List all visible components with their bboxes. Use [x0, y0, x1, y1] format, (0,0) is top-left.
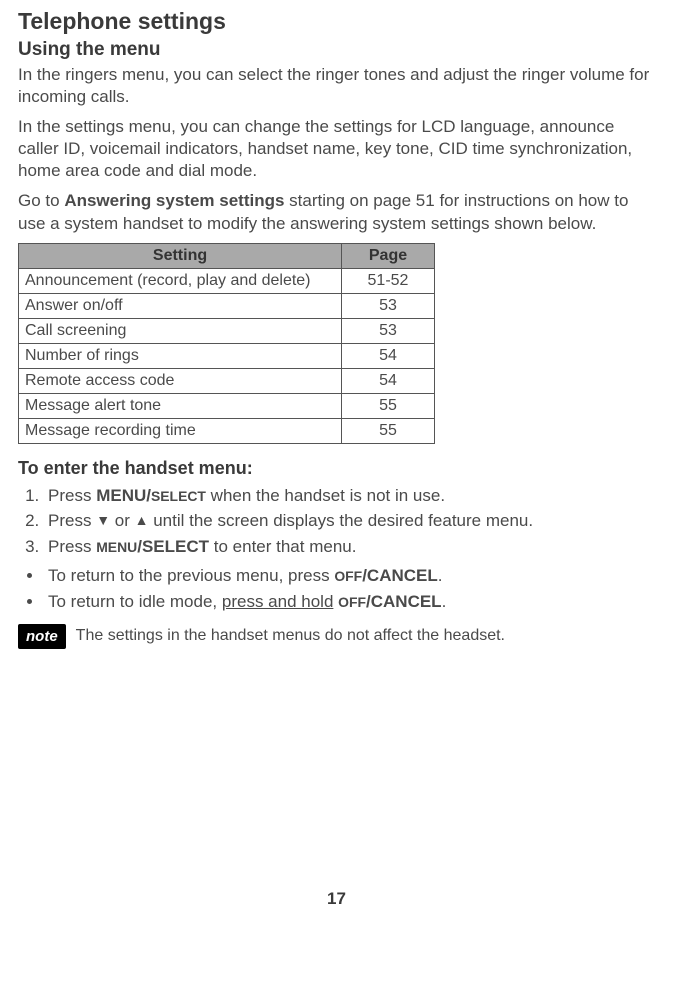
paragraph-3-bold: Answering system settings: [64, 191, 284, 210]
steps-list: Press MENU/SELECT when the handset is no…: [18, 483, 655, 560]
bullet-2-pre: To return to idle mode,: [48, 592, 222, 611]
step-3-post: to enter that menu.: [209, 537, 356, 556]
bullet-1-post: .: [438, 566, 443, 585]
bullets-list: To return to the previous menu, press OF…: [18, 563, 655, 614]
note-block: note The settings in the handset menus d…: [18, 624, 655, 649]
table-row: Number of rings 54: [19, 343, 435, 368]
key-off-cancel: OFF/CANCEL: [334, 566, 437, 585]
settings-table: Setting Page Announcement (record, play …: [18, 243, 435, 444]
step-1-post: when the handset is not in use.: [206, 486, 445, 505]
table-cell-setting: Remote access code: [19, 368, 342, 393]
page-title: Telephone settings: [18, 8, 655, 35]
up-arrow-icon: ▲: [135, 510, 149, 531]
step-2-post: until the screen displays the desired fe…: [148, 511, 533, 530]
table-header-page: Page: [342, 243, 435, 268]
page-number: 17: [18, 889, 655, 909]
step-1: Press MENU/SELECT when the handset is no…: [44, 483, 655, 509]
table-cell-page: 54: [342, 368, 435, 393]
step-2: Press ▼ or ▲ until the screen displays t…: [44, 508, 655, 534]
key-menu-select: MENU/SELECT: [96, 486, 206, 505]
key-off-cancel-2: OFF/CANCEL: [338, 592, 441, 611]
step-3-pre: Press: [48, 537, 96, 556]
instructions-heading: To enter the handset menu:: [18, 458, 655, 479]
table-row: Call screening 53: [19, 318, 435, 343]
bullet-2-underline: press and hold: [222, 592, 334, 611]
table-row: Announcement (record, play and delete) 5…: [19, 268, 435, 293]
down-arrow-icon: ▼: [96, 510, 110, 531]
step-1-pre: Press: [48, 486, 96, 505]
table-cell-setting: Number of rings: [19, 343, 342, 368]
table-cell-setting: Message recording time: [19, 418, 342, 443]
step-2-pre: Press: [48, 511, 96, 530]
paragraph-1: In the ringers menu, you can select the …: [18, 64, 655, 108]
table-cell-page: 55: [342, 418, 435, 443]
paragraph-2: In the settings menu, you can change the…: [18, 116, 655, 182]
key-menu-select-2: MENU/SELECT: [96, 537, 209, 556]
section-subtitle: Using the menu: [18, 39, 655, 61]
table-cell-page: 55: [342, 393, 435, 418]
bullet-2-post: .: [442, 592, 447, 611]
step-3: Press MENU/SELECT to enter that menu.: [44, 534, 655, 560]
table-cell-page: 54: [342, 343, 435, 368]
step-2-or: or: [110, 511, 135, 530]
table-cell-page: 51-52: [342, 268, 435, 293]
table-row: Message recording time 55: [19, 418, 435, 443]
note-text: The settings in the handset menus do not…: [76, 624, 505, 645]
note-badge: note: [18, 624, 66, 649]
table-cell-page: 53: [342, 293, 435, 318]
table-cell-setting: Announcement (record, play and delete): [19, 268, 342, 293]
table-header-setting: Setting: [19, 243, 342, 268]
table-row: Answer on/off 53: [19, 293, 435, 318]
bullet-1: To return to the previous menu, press OF…: [44, 563, 655, 589]
paragraph-3: Go to Answering system settings starting…: [18, 190, 655, 234]
table-cell-setting: Answer on/off: [19, 293, 342, 318]
table-row: Remote access code 54: [19, 368, 435, 393]
table-cell-setting: Message alert tone: [19, 393, 342, 418]
bullet-2: To return to idle mode, press and hold O…: [44, 589, 655, 615]
table-row: Message alert tone 55: [19, 393, 435, 418]
table-cell-setting: Call screening: [19, 318, 342, 343]
bullet-1-pre: To return to the previous menu, press: [48, 566, 334, 585]
paragraph-3-pre: Go to: [18, 191, 64, 210]
table-cell-page: 53: [342, 318, 435, 343]
